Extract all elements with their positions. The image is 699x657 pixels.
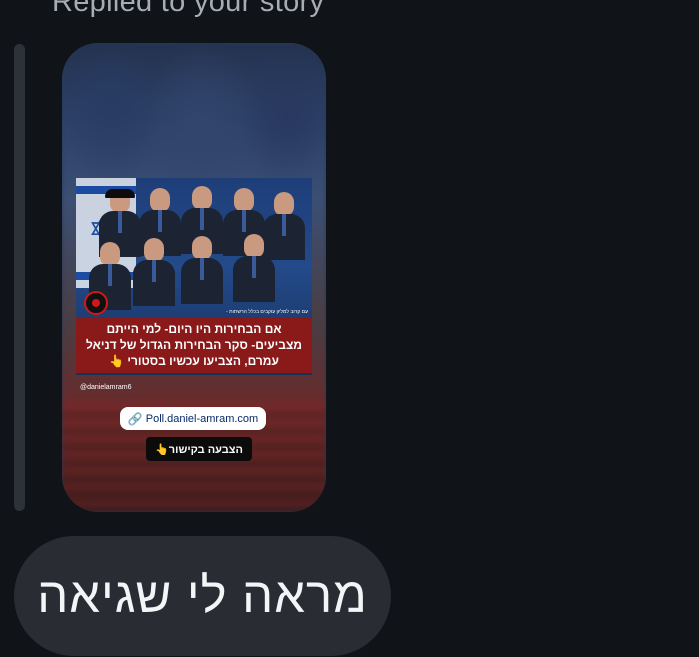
poll-image: ✡ עם קרוב למליון עוקבים בכלל הרשתות - אם… xyxy=(76,178,312,375)
replied-to-story-label: Replied to your story xyxy=(52,0,325,18)
reply-quote-bar xyxy=(14,44,25,511)
reply-message-bubble[interactable]: מראה לי שגיאה xyxy=(14,536,391,656)
source-strip: עם קרוב למליון עוקבים בכלל הרשתות - xyxy=(226,309,308,315)
vote-via-link-sticker[interactable]: הצבעה בקישור👆 xyxy=(146,437,252,461)
politician-photo xyxy=(180,236,224,304)
channel-logo-icon xyxy=(84,291,108,315)
story-handle: @danielamram6 xyxy=(80,384,132,391)
poll-headline: אם הבחירות היו היום- למי הייתם מצביעים- … xyxy=(86,322,302,368)
poll-headline-banner: עם קרוב למליון עוקבים בכלל הרשתות - אם ה… xyxy=(76,309,312,373)
politician-photo xyxy=(132,238,176,306)
link-sticker-text: Poll.daniel-amram.com xyxy=(145,412,259,425)
politician-photo xyxy=(232,234,276,302)
link-sticker[interactable]: 🔗 Poll.daniel-amram.com xyxy=(120,407,266,430)
link-icon: 🔗 xyxy=(127,411,143,426)
chat-screen: Replied to your story ✡ עם קרוב למליון ע… xyxy=(0,0,699,657)
reply-message-text: מראה לי שגיאה xyxy=(37,569,368,623)
story-preview-card[interactable]: ✡ עם קרוב למליון עוקבים בכלל הרשתות - אם… xyxy=(62,43,326,512)
vote-sticker-text: הצבעה בקישור👆 xyxy=(155,443,243,456)
